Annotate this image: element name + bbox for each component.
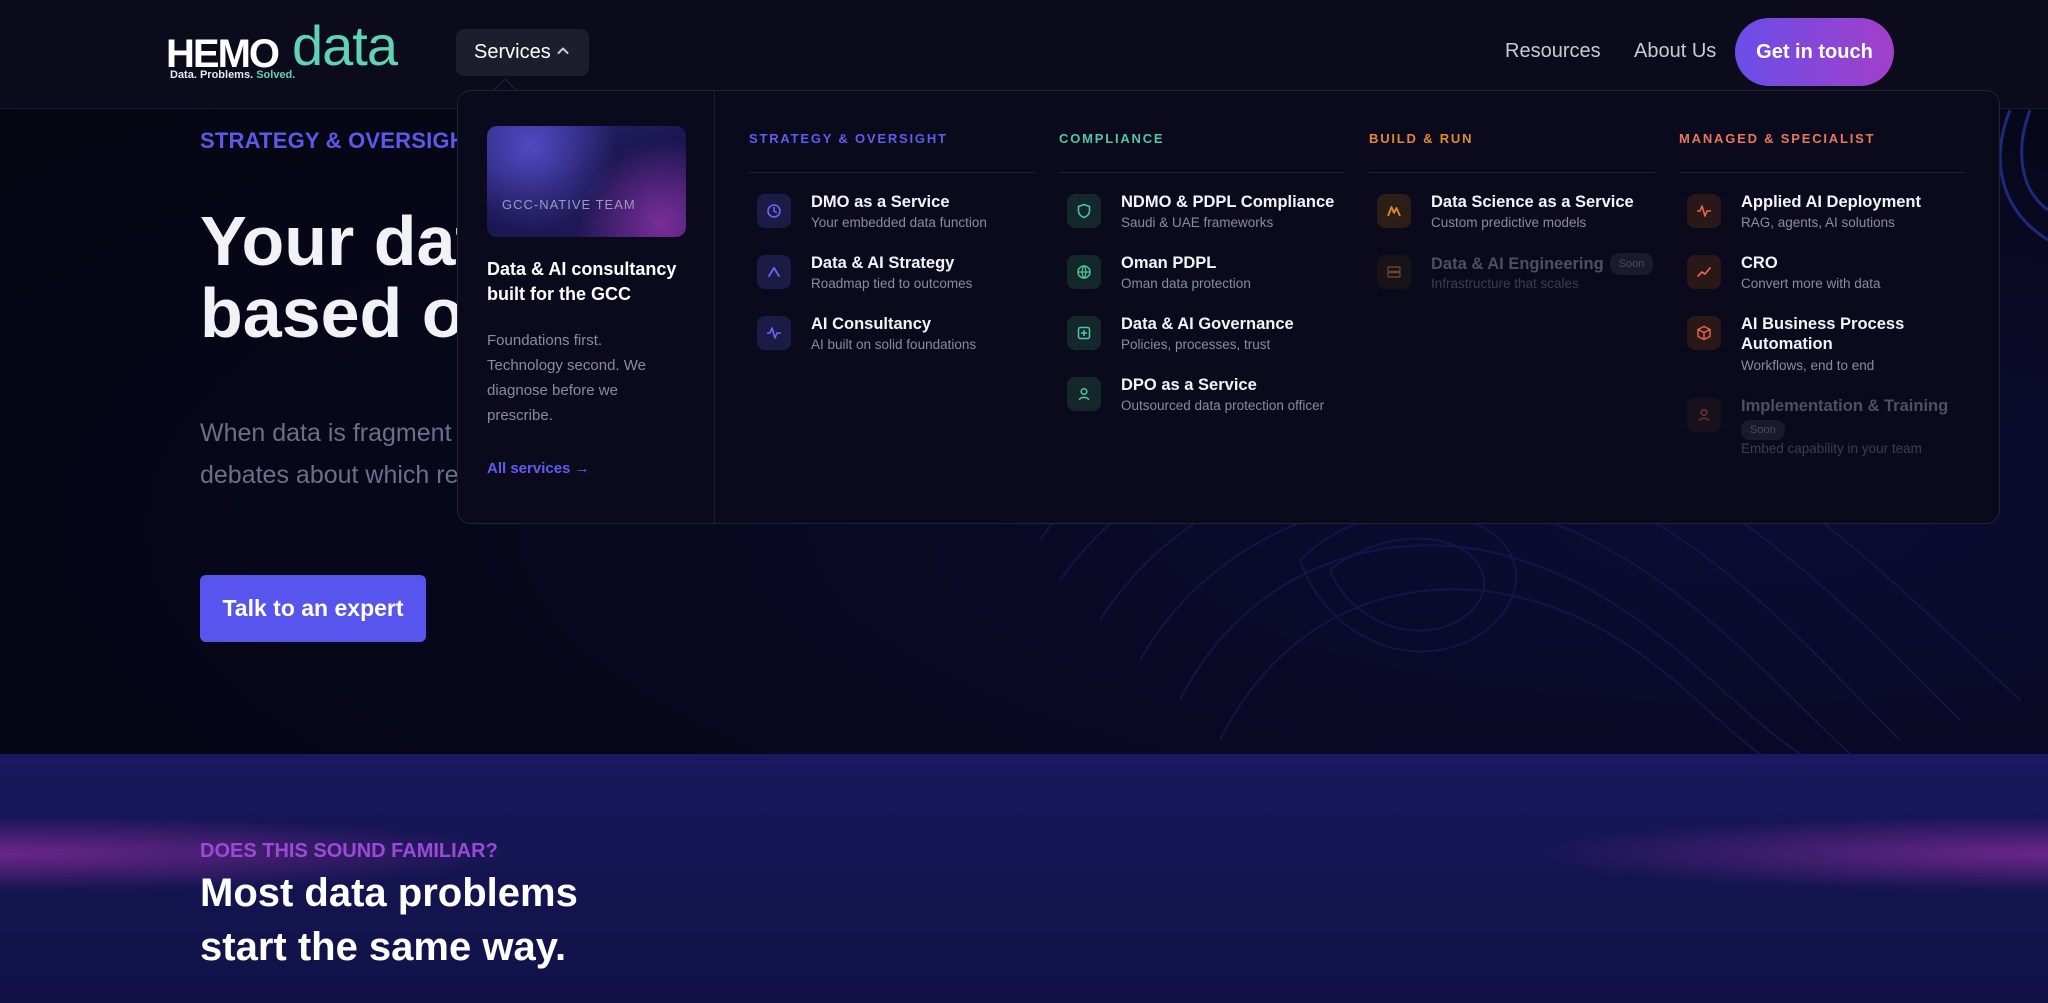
pulse-icon [1687,194,1721,228]
hero-eyebrow: STRATEGY & OVERSIGHT [200,128,480,153]
item-title: NDMO & PDPL Compliance [1121,193,1335,211]
item-subtitle: Convert more with data [1741,276,1881,291]
item-title: Oman PDPL [1121,254,1217,272]
section-title: Most data problems start the same way. [200,866,578,974]
item-title: AI Business Process Automation [1741,314,1904,354]
feature-image: GCC-NATIVE TEAM [487,126,686,237]
section-eyebrow: DOES THIS SOUND FAMILIAR? [200,840,498,862]
chart-peak-icon [1377,194,1411,228]
brand-logo[interactable]: HEMO data Data. Problems. Solved. [166,14,398,84]
column-divider [1679,172,1965,173]
item-title: Data & AI Strategy [811,254,955,272]
item-title: DPO as a Service [1121,376,1257,394]
soon-badge: Soon [1609,253,1654,275]
section-title-line: start the same way. [200,925,567,969]
column-heading: MANAGED & SPECIALIST [1679,131,1876,146]
item-title: Applied AI Deployment [1741,193,1921,211]
item-subtitle: Embed capability in your team [1741,441,1922,456]
item-title-line: AI Business Process [1741,315,1905,333]
item-subtitle: Your embedded data function [811,215,987,230]
item-subtitle: RAG, agents, AI solutions [1741,215,1895,230]
item-subtitle: Outsourced data protection officer [1121,398,1325,413]
column-divider [1369,172,1655,173]
feature-description: Foundations first. Technology second. We… [487,332,646,424]
feature-image-label: GCC-NATIVE TEAM [502,197,636,212]
logo-wordmark-data: data [292,14,398,77]
globe-icon [1067,255,1101,289]
column-heading: BUILD & RUN [1369,131,1474,146]
item-subtitle: Custom predictive models [1431,215,1587,230]
pulse-icon [757,316,791,350]
item-subtitle: Policies, processes, trust [1121,337,1271,352]
column-heading: STRATEGY & OVERSIGHT [749,131,948,146]
soon-badge: Soon [1741,420,1785,440]
feature-title: Data & AI consultancy built for the GCC [487,259,677,304]
column-divider [1059,172,1345,173]
hero-title-line: based or [200,274,492,352]
hero-subtitle-line: When data is fragment [200,419,452,447]
dropdown-feature-panel: GCC-NATIVE TEAM Data & AI consultancy bu… [458,91,715,523]
plus-square-icon [1067,316,1101,350]
familiar-section: DOES THIS SOUND FAMILIAR? Most data prob… [0,754,2048,1003]
hero-subtitle: When data is fragment debates about whic… [200,412,459,496]
talk-to-expert-button[interactable]: Talk to an expert [200,575,426,642]
item-title: DMO as a Service [811,193,950,211]
chevron-up-icon [757,255,791,289]
person-icon [1687,398,1721,432]
section-title-line: Most data problems [200,871,578,915]
services-menu-button[interactable]: Services [456,29,589,76]
services-dropdown: GCC-NATIVE TEAM Data & AI consultancy bu… [457,90,2000,524]
logo-tagline-text: Data. Problems. [170,69,254,81]
server-icon [1377,255,1411,289]
column-heading: COMPLIANCE [1059,131,1165,146]
item-subtitle: Workflows, end to end [1741,358,1875,373]
item-subtitle: Saudi & UAE frameworks [1121,215,1274,230]
column-divider [749,172,1035,173]
clock-icon [757,194,791,228]
nav-link-resources[interactable]: Resources [1505,40,1601,63]
services-label: Services [474,41,551,63]
item-subtitle: Oman data protection [1121,276,1251,291]
item-title: AI Consultancy [811,315,932,333]
shield-icon [1067,194,1101,228]
item-title: Data & AI Governance [1121,315,1294,333]
item-title: Data & AI Engineering Soon [1431,253,1654,275]
trend-up-icon [1687,255,1721,289]
item-title: CRO [1741,254,1778,272]
person-icon [1067,377,1101,411]
logo-tagline-accent: Solved. [256,69,296,81]
item-subtitle: Roadmap tied to outcomes [811,276,973,291]
hero-title: Your dat based or [200,205,492,349]
hero-title-line: Your dat [200,202,479,280]
item-subtitle: Infrastructure that scales [1431,276,1579,291]
nav-link-about-us[interactable]: About Us [1634,40,1716,63]
item-title: Data Science as a Service [1431,193,1634,211]
item-subtitle: AI built on solid foundations [811,337,977,352]
soon-row: Soon [1741,420,1785,440]
chevron-up-icon [557,47,569,54]
all-services-link[interactable]: All services → [487,460,590,477]
item-title-line: Automation [1741,335,1833,353]
logo-tagline: Data. Problems. Solved. [170,69,295,81]
cube-icon [1687,316,1721,350]
item-title: Implementation & Training [1741,397,1949,415]
item-title-text: Data & AI Engineering [1431,255,1604,273]
hero-subtitle-line: debates about which re [200,461,459,489]
get-in-touch-button[interactable]: Get in touch [1735,18,1894,86]
